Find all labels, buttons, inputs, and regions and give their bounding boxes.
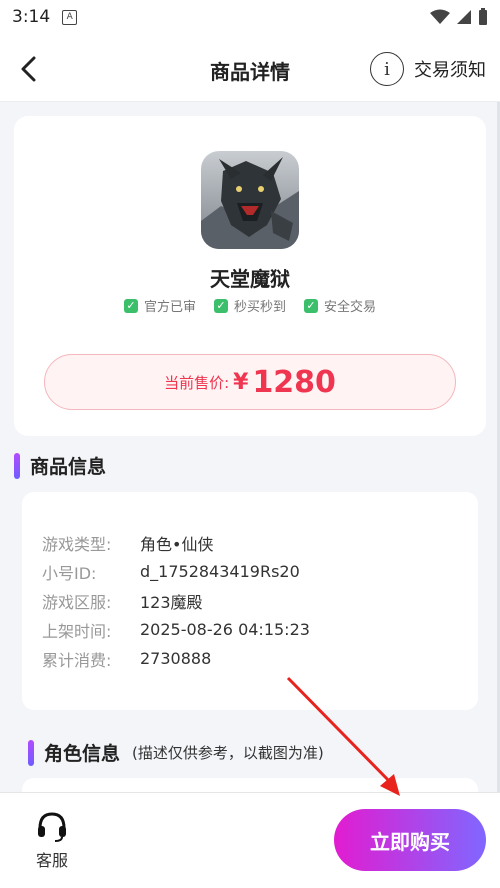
info-value: 123魔殿 [140, 592, 203, 612]
trade-notice-label: 交易须知 [414, 60, 486, 81]
tag-label: 安全交易 [324, 300, 377, 315]
role-section-header: 角色信息 (描述仅供参考，以截图为准) [28, 739, 324, 766]
info-value: 角色•仙侠 [140, 534, 214, 554]
tag-official-reviewed: ✓ 官方已审 [123, 296, 196, 315]
info-row-game-type: 游戏类型: 角色•仙侠 [22, 528, 478, 557]
info-value: 2025-08-26 04:15:23 [140, 620, 310, 639]
trust-tags: ✓ 官方已审 ✓ 秒买秒到 ✓ 安全交易 [14, 296, 486, 315]
info-value: 2730888 [140, 649, 212, 668]
checkbox-icon: ✓ [304, 298, 318, 313]
status-time: 3:14 [12, 7, 51, 27]
status-icons [430, 8, 488, 26]
info-section-header: 商品信息 [14, 452, 106, 479]
dragon-image [201, 151, 299, 249]
role-section-subtitle: (描述仅供参考，以截图为准) [132, 744, 324, 762]
status-bar: 3:14 A [0, 0, 500, 34]
info-key: 游戏区服: [42, 592, 112, 612]
game-name: 天堂魔狱 [210, 267, 290, 291]
section-accent-bar [14, 452, 20, 479]
trade-notice-button[interactable]: i 交易须知 [370, 52, 486, 86]
tag-label: 官方已审 [143, 300, 196, 315]
buy-now-button[interactable]: 立即购买 [334, 809, 486, 871]
info-section-title: 商品信息 [30, 456, 107, 478]
info-row-total-spend: 累计消费: 2730888 [22, 644, 478, 673]
price-label: 当前售价: [164, 373, 230, 392]
product-card: 天堂魔狱 ✓ 官方已审 ✓ 秒买秒到 ✓ 安全交易 当前售价: ¥ 1280 [14, 116, 486, 436]
info-row-account-id: 小号ID: d_1752843419Rs20 [22, 557, 478, 586]
battery-icon [479, 8, 487, 25]
checkbox-icon: ✓ [123, 298, 138, 313]
info-key: 累计消费: [42, 650, 112, 670]
info-row-server: 游戏区服: 123魔殿 [22, 586, 478, 615]
signal-icon [457, 10, 471, 24]
product-info-card: 游戏类型: 角色•仙侠 小号ID: d_1752843419Rs20 游戏区服:… [22, 492, 478, 710]
bottom-action-bar: 客服 立即购买 [0, 792, 500, 888]
price-box: 当前售价: ¥ 1280 [44, 354, 456, 410]
price-currency: ¥ [233, 369, 249, 395]
headset-icon [38, 812, 66, 842]
tag-safe-trade: ✓ 安全交易 [304, 296, 376, 315]
notification-icon: A [62, 9, 78, 25]
tag-instant-delivery: ✓ 秒买秒到 [213, 296, 286, 315]
top-nav-bar: 商品详情 i 交易须知 [0, 34, 500, 102]
info-key: 小号ID: [42, 563, 97, 583]
role-section-title: 角色信息 [44, 743, 121, 765]
section-accent-bar [28, 739, 34, 766]
price-value: 1280 [252, 364, 336, 400]
info-row-listed-time: 上架时间: 2025-08-26 04:15:23 [22, 615, 478, 644]
info-key: 游戏类型: [42, 534, 112, 554]
info-circle-icon: i [370, 52, 404, 86]
info-value: d_1752843419Rs20 [140, 562, 300, 581]
checkbox-icon: ✓ [213, 298, 228, 313]
customer-service-button[interactable]: 客服 [22, 809, 82, 871]
customer-service-label: 客服 [35, 851, 68, 870]
info-key: 上架时间: [42, 621, 112, 641]
wifi-icon [430, 9, 450, 24]
game-icon [201, 151, 299, 249]
tag-label: 秒买秒到 [233, 300, 286, 315]
